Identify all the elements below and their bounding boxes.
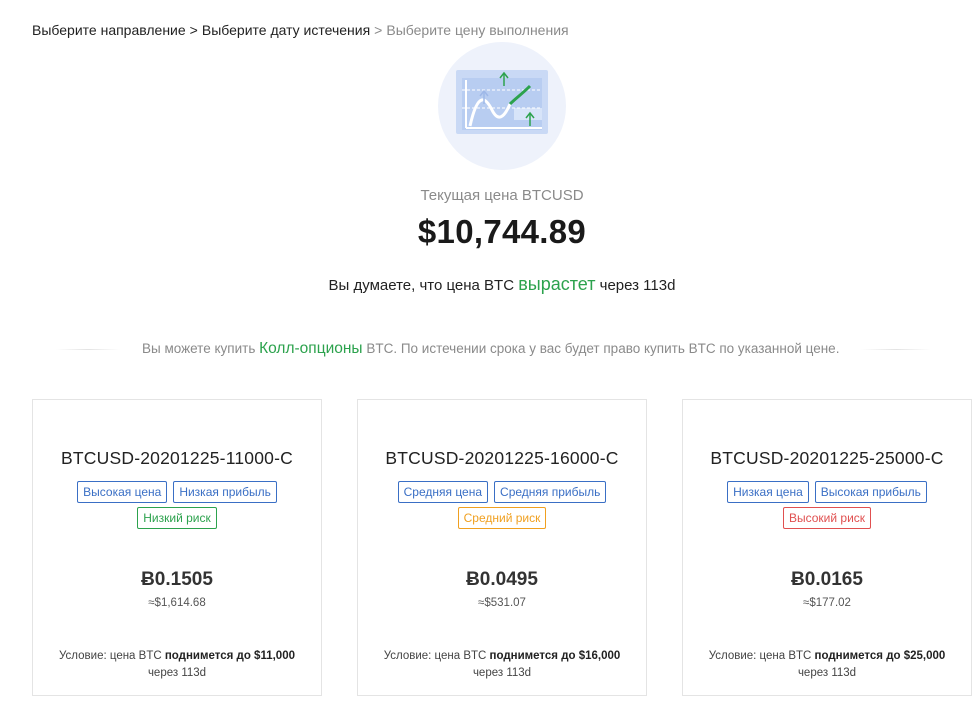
option-title: BTCUSD-20201225-16000-C [385,448,619,468]
info-suffix: BTC. По истечении срока у вас будет прав… [366,341,840,356]
condition-suffix: через 113d [472,667,532,679]
condition-prefix: Условие: цена BTC [59,650,162,662]
option-premium-usd: ≈$1,614.68 [148,597,206,609]
option-card[interactable]: BTCUSD-20201225-16000-C Средняя цена Сред… [357,399,647,696]
call-options-link[interactable]: Колл-опционы [259,340,362,357]
option-tags: Средняя цена Средняя прибыль [358,481,646,503]
tag-profit: Высокая прибыль [814,481,927,503]
tag-risk: Низкий риск [137,507,217,529]
option-info-row: Вы можете купить Колл-опционы BTC. По ис… [56,340,956,358]
current-price-value: $10,744.89 [417,213,587,250]
condition-target: поднимется до $11,000 [164,650,295,662]
option-condition: Условие: цена BTC поднимется до $25,000 … [683,648,971,682]
condition-target: поднимется до $25,000 [814,650,946,662]
option-premium: Ƀ0.0495 [466,569,538,590]
breadcrumb-step-direction[interactable]: Выберите направление [32,22,186,38]
prediction-direction: вырастет [518,274,596,294]
condition-prefix: Условие: цена BTC [383,650,487,662]
condition-target: поднимется до $16,000 [489,650,621,662]
breadcrumb-separator: > [189,22,198,38]
option-condition: Условие: цена BTC поднимется до $16,000 … [358,648,646,682]
breadcrumb: Выберите направление > Выберите дату истеч… [32,22,569,38]
option-risk-row: Низкий риск [33,507,321,529]
tag-risk: Высокий риск [782,507,872,529]
option-title: BTCUSD-20201225-11000-C [61,448,293,468]
tag-profit: Средняя прибыль [494,481,607,503]
option-card[interactable]: BTCUSD-20201225-11000-C Высокая цена Низк… [32,399,322,696]
condition-suffix: через 113d [147,667,207,679]
prediction-prefix: Вы думаете, что цена BTC [328,277,515,294]
option-premium-usd: ≈$177.02 [803,597,851,609]
tag-profit: Низкая прибыль [173,481,277,503]
tag-price: Низкая цена [727,481,809,503]
condition-suffix: через 113d [797,667,857,679]
option-tags: Низкая цена Высокая прибыль [683,481,971,503]
option-info-text: Вы можете купить Колл-опционы BTC. По ис… [120,340,861,358]
breadcrumb-step-expiry[interactable]: Выберите дату истечения [202,22,370,38]
option-card[interactable]: BTCUSD-20201225-25000-C Низкая цена Высок… [682,399,972,696]
prediction-suffix: через 113d [599,277,676,294]
breadcrumb-separator: > [374,22,383,38]
tag-price: Средняя цена [397,481,489,503]
condition-prefix: Условие: цена BTC [708,650,812,662]
info-prefix: Вы можете купить [142,341,256,356]
option-title: BTCUSD-20201225-25000-C [710,448,944,468]
tag-price: Высокая цена [77,481,168,503]
option-premium: Ƀ0.1505 [141,569,213,590]
current-price-label: Текущая цена BTCUSD [420,187,584,204]
option-risk-row: Средний риск [358,507,646,529]
option-premium-usd: ≈$531.07 [478,597,526,609]
prediction-text: Вы думаете, что цена BTC вырастет через … [0,274,980,295]
option-condition: Условие: цена BTC поднимется до $11,000 … [33,648,321,682]
divider-left [56,348,120,350]
option-risk-row: Высокий риск [683,507,971,529]
rising-chart-icon [438,42,566,170]
option-tags: Высокая цена Низкая прибыль [33,481,321,503]
divider-right [861,348,932,350]
option-premium: Ƀ0.0165 [791,569,863,590]
breadcrumb-step-strike: Выберите цену выполнения [386,22,569,38]
tag-risk: Средний риск [457,507,547,529]
